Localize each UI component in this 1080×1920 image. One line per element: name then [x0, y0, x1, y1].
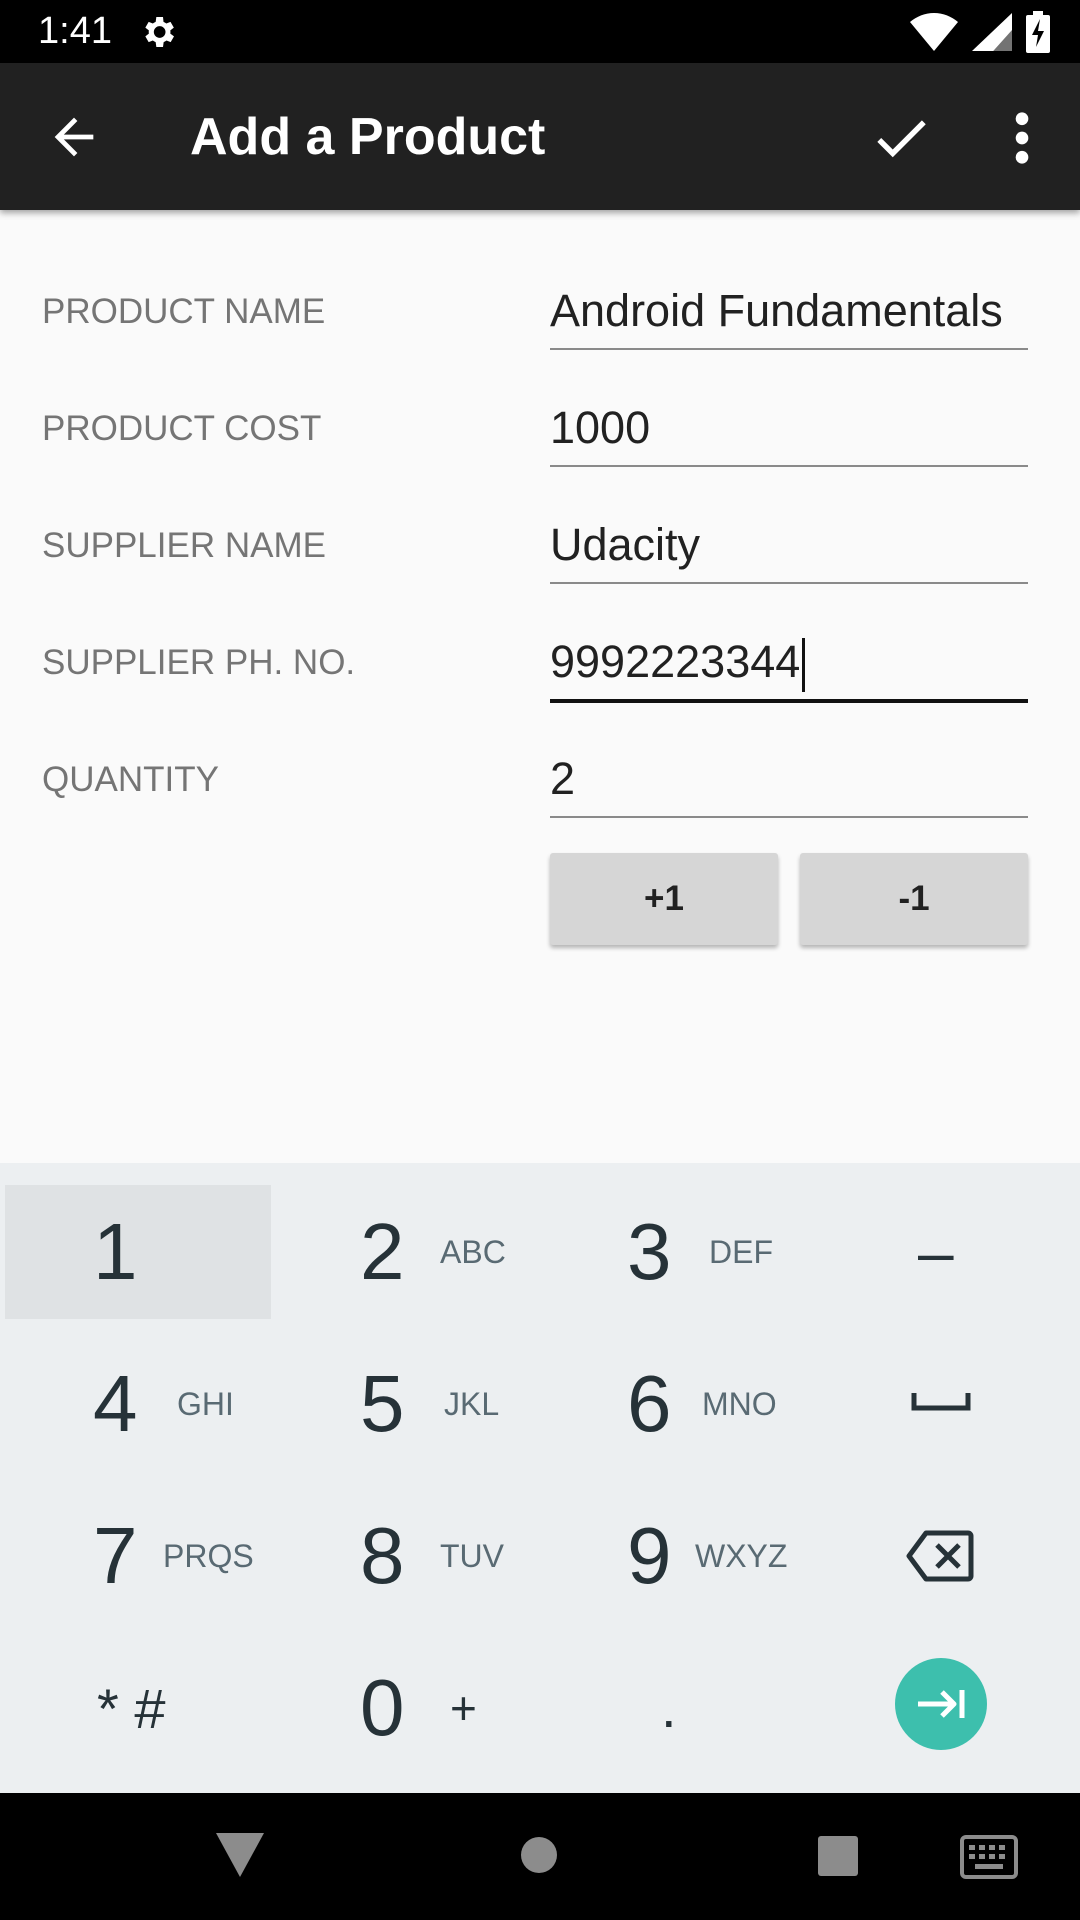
keyboard-switch-icon[interactable] — [960, 1835, 1018, 1879]
wifi-icon — [910, 13, 958, 51]
supplier-phone-input[interactable]: 9992223344 — [550, 633, 1028, 703]
key-8[interactable]: 8 TUV — [272, 1489, 538, 1623]
key-letters: ABC — [440, 1233, 506, 1270]
text-cursor — [802, 638, 806, 693]
product-cost-label: PRODUCT COST — [42, 409, 322, 448]
key-3[interactable]: 3 DEF — [539, 1185, 805, 1319]
backspace-key[interactable] — [806, 1489, 1072, 1623]
key-1[interactable]: 1 — [5, 1185, 271, 1319]
key-digit: 0 — [360, 1663, 405, 1752]
key-letters: WXYZ — [695, 1537, 788, 1574]
quantity-input[interactable]: 2 — [550, 750, 1028, 818]
tab-next-icon — [918, 1690, 965, 1718]
supplier-name-row: SUPPLIER NAME Udacity — [0, 504, 1080, 604]
key-6[interactable]: 6 MNO — [539, 1337, 805, 1471]
save-check-icon[interactable] — [868, 105, 934, 171]
status-time: 1:41 — [38, 10, 112, 52]
backspace-icon — [906, 1530, 974, 1582]
key-digit: 8 — [360, 1511, 405, 1600]
key-digit: – — [918, 1216, 954, 1288]
key-star-hash[interactable]: * # — [5, 1641, 271, 1775]
key-letters: DEF — [709, 1233, 773, 1270]
page-title: Add a Product — [190, 108, 546, 166]
next-field-key[interactable] — [895, 1658, 987, 1750]
home-circle-icon[interactable] — [520, 1836, 558, 1874]
battery-charging-icon — [1026, 11, 1050, 53]
supplier-name-label: SUPPLIER NAME — [42, 526, 326, 565]
app-bar: Add a Product — [0, 63, 1080, 210]
cell-signal-icon — [972, 13, 1012, 51]
key-5[interactable]: 5 JKL — [272, 1337, 538, 1471]
product-name-input[interactable]: Android Fundamentals — [550, 282, 1028, 350]
quantity-label: QUANTITY — [42, 760, 219, 799]
key-9[interactable]: 9 WXYZ — [539, 1489, 805, 1623]
settings-gear-icon — [145, 17, 174, 47]
product-cost-input[interactable]: 1000 — [550, 399, 1028, 467]
status-bar: 1:41 — [0, 0, 1080, 63]
key-2[interactable]: 2 ABC — [272, 1185, 538, 1319]
product-cost-row: PRODUCT COST 1000 — [0, 387, 1080, 487]
key-digit: 1 — [93, 1207, 138, 1296]
supplier-phone-label: SUPPLIER PH. NO. — [42, 643, 356, 682]
key-period[interactable]: . — [539, 1641, 805, 1775]
key-letters: JKL — [444, 1385, 500, 1422]
increment-button[interactable]: +1 — [550, 853, 778, 945]
product-name-row: PRODUCT NAME Android Fundamentals — [0, 270, 1080, 370]
navigation-bar — [0, 1793, 1080, 1920]
key-letters: GHI — [177, 1385, 234, 1422]
key-digit: 7 — [93, 1511, 138, 1600]
quantity-row: QUANTITY 2 — [0, 738, 1080, 838]
key-dash[interactable]: – — [806, 1185, 1072, 1319]
supplier-phone-value: 9992223344 — [550, 636, 801, 687]
space-bar-icon — [911, 1393, 971, 1411]
space-key[interactable] — [806, 1337, 1072, 1471]
key-letters: MNO — [702, 1385, 777, 1422]
product-name-label: PRODUCT NAME — [42, 292, 326, 331]
key-4[interactable]: 4 GHI — [5, 1337, 271, 1471]
key-digit: . — [661, 1676, 677, 1739]
key-digit: 9 — [627, 1511, 672, 1600]
key-0[interactable]: 0 + — [272, 1641, 538, 1775]
more-options-icon[interactable] — [1002, 105, 1042, 171]
back-triangle-icon[interactable] — [216, 1833, 264, 1877]
recents-square-icon[interactable] — [818, 1836, 858, 1876]
key-digit: 2 — [360, 1207, 405, 1296]
key-digit: 4 — [93, 1359, 138, 1448]
key-digit: * # — [97, 1676, 166, 1740]
back-arrow-icon[interactable] — [45, 108, 103, 166]
supplier-phone-row: SUPPLIER PH. NO. 9992223344 — [0, 621, 1080, 721]
key-7[interactable]: 7 PRQS — [5, 1489, 271, 1623]
key-letters: TUV — [440, 1537, 504, 1574]
key-digit: 3 — [627, 1207, 672, 1296]
key-digit: 5 — [360, 1359, 405, 1448]
key-digit: 6 — [627, 1359, 672, 1448]
key-letters: + — [450, 1682, 477, 1734]
decrement-button[interactable]: -1 — [800, 853, 1028, 945]
supplier-name-input[interactable]: Udacity — [550, 516, 1028, 584]
key-letters: PRQS — [163, 1537, 254, 1574]
